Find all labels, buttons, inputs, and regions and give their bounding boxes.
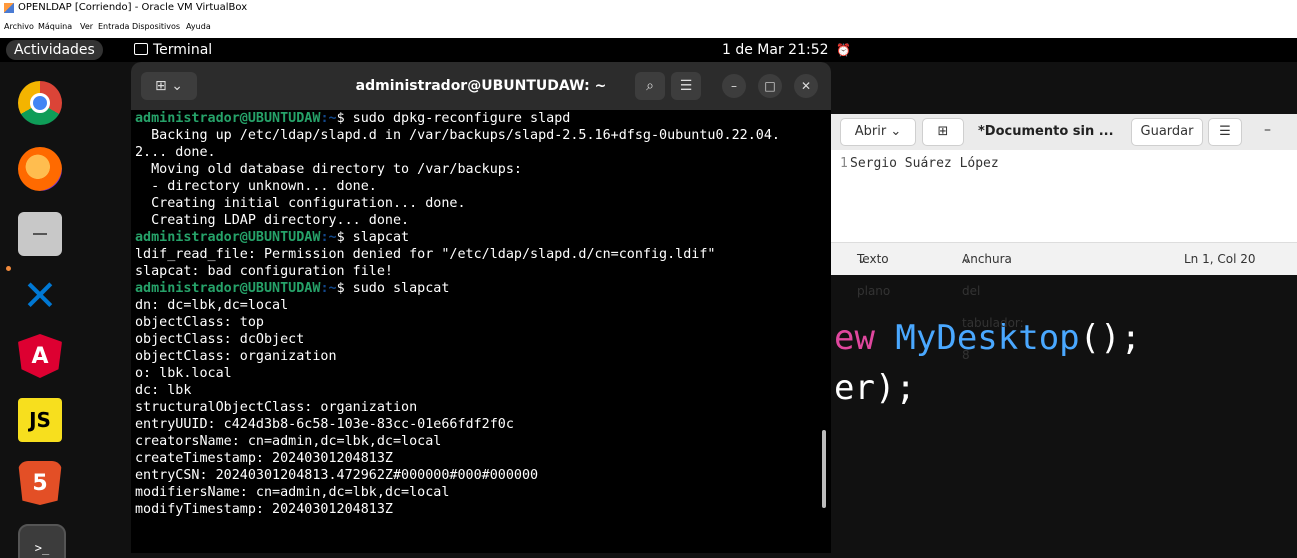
minimize-icon[interactable]: – <box>1264 122 1271 138</box>
terminal-output-line: ldif_read_file: Permission denied for "/… <box>135 247 716 262</box>
editor-statusbar: Texto plano ⌄ Anchura del tabulador: 8 ⌄… <box>830 242 1297 362</box>
prompt-path: :~ <box>320 111 337 126</box>
prompt-path: :~ <box>320 281 337 296</box>
angular-icon[interactable]: A <box>18 334 62 378</box>
cursor-position[interactable]: Ln 1, Col 20 <box>1184 243 1256 275</box>
virtualbox-icon <box>4 3 14 13</box>
menu-maquina[interactable]: Máquina <box>38 16 72 38</box>
terminal-command-line: administrador@UBUNTUDAW:~$ sudo slapcat <box>135 280 820 297</box>
vbox-window-title: OPENLDAP [Corriendo] - Oracle VM Virtual… <box>18 2 248 13</box>
maximize-icon[interactable]: □ <box>758 74 782 98</box>
prompt-user: administrador@UBUNTUDAW <box>135 111 321 126</box>
dock: ✕ A JS 5 >_ <box>0 62 88 558</box>
terminal-window: administrador@UBUNTUDAW: ~ ⊞ ⌄ ⌕ ☰ – □ ✕… <box>131 62 831 553</box>
tab-width-selector[interactable]: Anchura del tabulador: 8 ⌄ <box>962 243 1024 362</box>
activities-button[interactable]: Actividades <box>6 40 103 60</box>
terminal-output[interactable]: administrador@UBUNTUDAW:~$ sudo dpkg-rec… <box>135 110 820 518</box>
terminal-scrollbar[interactable] <box>822 430 826 508</box>
terminal-output-line: dc: lbk <box>135 383 192 398</box>
menu-entrada[interactable]: Entrada <box>98 16 129 38</box>
menu-ayuda[interactable]: Ayuda <box>186 16 211 38</box>
alarm-icon[interactable]: ⏰ <box>836 38 851 62</box>
running-indicator <box>6 266 11 271</box>
terminal-icon <box>134 43 148 55</box>
gnome-topbar: Actividades Terminal 1 de Mar 21:52 ⏰ <box>0 38 1297 62</box>
html5-icon[interactable]: 5 <box>18 461 62 505</box>
hamburger-menu-icon[interactable]: ☰ <box>671 72 701 100</box>
terminal-command-line: administrador@UBUNTUDAW:~$ sudo dpkg-rec… <box>135 110 820 127</box>
terminal-output-line: Moving old database directory to /var/ba… <box>135 162 522 177</box>
terminal-output-line: createTimestamp: 20240301204813Z <box>135 451 393 466</box>
command-text: $ sudo dpkg-reconfigure slapd <box>336 111 571 126</box>
chrome-icon[interactable] <box>18 81 62 125</box>
javascript-icon[interactable]: JS <box>18 398 62 442</box>
terminal-output-line: Creating initial configuration... done. <box>135 196 466 211</box>
terminal-output-line: - directory unknown... done. <box>135 179 377 194</box>
files-icon[interactable] <box>18 212 62 256</box>
terminal-headerbar: administrador@UBUNTUDAW: ~ ⊞ ⌄ ⌕ ☰ – □ ✕ <box>131 62 831 110</box>
terminal-command-line: administrador@UBUNTUDAW:~$ slapcat <box>135 229 820 246</box>
editor-text-area[interactable]: 1 Sergio Suárez López <box>830 150 1297 242</box>
editor-headerbar: Abrir ⌄ ⊞ *Documento sin ... Guardar ☰ – <box>830 114 1297 150</box>
terminal-output-line: structuralObjectClass: organization <box>135 400 418 415</box>
prompt-user: administrador@UBUNTUDAW <box>135 230 321 245</box>
terminal-output-line: entryUUID: c424d3b8-6c58-103e-83cc-01e66… <box>135 417 514 432</box>
menu-dispositivos[interactable]: Dispositivos <box>132 16 180 38</box>
menu-ver[interactable]: Ver <box>80 16 93 38</box>
language-selector[interactable]: Texto plano ⌄ <box>857 243 890 298</box>
terminal-output-line: Backing up /etc/ldap/slapd.d in /var/bac… <box>135 128 780 143</box>
command-text: $ sudo slapcat <box>336 281 450 296</box>
new-tab-button[interactable]: ⊞ ⌄ <box>141 72 197 100</box>
terminal-output-line: objectClass: top <box>135 315 264 330</box>
terminal-output-line: o: lbk.local <box>135 366 232 381</box>
terminal-output-line: creatorsName: cn=admin,dc=lbk,dc=local <box>135 434 442 449</box>
new-tab-button[interactable]: ⊞ <box>922 118 964 146</box>
terminal-output-line: objectClass: organization <box>135 349 337 364</box>
terminal-output-line: slapcat: bad configuration file! <box>135 264 393 279</box>
vbox-titlebar: OPENLDAP [Corriendo] - Oracle VM Virtual… <box>0 0 1297 16</box>
terminal-output-line: entryCSN: 20240301204813.472962Z#000000#… <box>135 468 539 483</box>
prompt-user: administrador@UBUNTUDAW <box>135 281 321 296</box>
firefox-icon[interactable] <box>18 147 62 191</box>
terminal-output-line: modifyTimestamp: 20240301204813Z <box>135 502 393 517</box>
clock[interactable]: 1 de Mar 21:52 <box>722 38 829 62</box>
menu-button[interactable]: ☰ <box>1208 118 1242 146</box>
line-number: 1 <box>840 156 848 171</box>
vscode-icon[interactable]: ✕ <box>18 271 62 320</box>
terminal-output-line: dn: dc=lbk,dc=local <box>135 298 289 313</box>
prompt-path: :~ <box>320 230 337 245</box>
document-title: *Documento sin ... <box>978 124 1114 139</box>
editor-line[interactable]: Sergio Suárez López <box>850 156 999 171</box>
topbar-app-label: Terminal <box>153 42 213 58</box>
close-icon[interactable]: ✕ <box>794 74 818 98</box>
terminal-output-line: modifiersName: cn=admin,dc=lbk,dc=local <box>135 485 450 500</box>
vbox-menubar: Archivo Máquina Ver Entrada Dispositivos… <box>0 16 1297 38</box>
topbar-app-menu[interactable]: Terminal <box>134 38 212 62</box>
background-code-line-2: er); <box>834 368 916 408</box>
terminal-output-line: 2... done. <box>135 145 216 160</box>
search-icon[interactable]: ⌕ <box>635 72 665 100</box>
text-editor-window: Abrir ⌄ ⊞ *Documento sin ... Guardar ☰ –… <box>830 114 1297 362</box>
command-text: $ slapcat <box>336 230 410 245</box>
save-button[interactable]: Guardar <box>1131 118 1203 146</box>
terminal-output-line: objectClass: dcObject <box>135 332 305 347</box>
terminal-dock-icon[interactable]: >_ <box>18 524 66 558</box>
menu-archivo[interactable]: Archivo <box>4 16 34 38</box>
guest-desktop: Actividades Terminal 1 de Mar 21:52 ⏰ ✕ … <box>0 38 1297 558</box>
minimize-icon[interactable]: – <box>722 74 746 98</box>
open-button[interactable]: Abrir ⌄ <box>840 118 916 146</box>
terminal-output-line: Creating LDAP directory... done. <box>135 213 410 228</box>
